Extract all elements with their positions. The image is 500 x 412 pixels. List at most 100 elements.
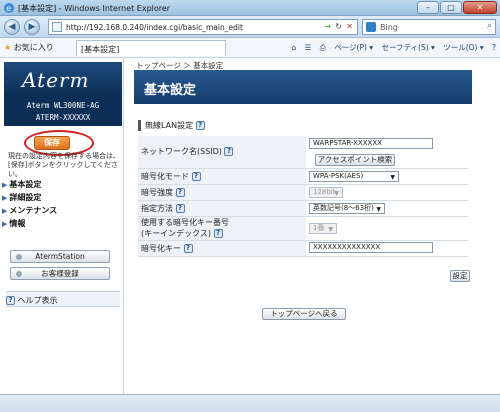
maximize-button[interactable]: □	[440, 1, 462, 14]
table-row: 暗号化モード ? WPA-PSK(AES) ▼	[138, 168, 468, 185]
window-title: [基本設定] - Windows Internet Explorer	[18, 4, 171, 13]
back-to-top-button[interactable]: トップページへ戻る	[262, 308, 346, 320]
key-index-value: 1番	[313, 223, 325, 232]
set-button[interactable]: 設定	[450, 270, 470, 282]
address-bar[interactable]: http://192.168.0.240/index.cgi/basic_mai…	[48, 19, 358, 35]
tools-menu[interactable]: ツール(O) ▾	[443, 43, 483, 52]
customer-register-button[interactable]: お客様登録	[10, 267, 110, 280]
key-method-select[interactable]: 英数記号(8〜63桁) ▼	[309, 202, 385, 214]
home-icon[interactable]: ⌂	[292, 43, 297, 52]
section-title-label: 無線LAN設定	[145, 121, 194, 130]
refresh-icon[interactable]: ↻	[335, 22, 342, 31]
encryption-strength-value: 128bit	[313, 187, 336, 196]
station-dot-icon	[16, 254, 22, 260]
minimize-button[interactable]: –	[417, 1, 439, 14]
encryption-key-field[interactable]: XXXXXXXXXXXXXX	[309, 241, 433, 253]
sidebar-menu: ▶ 基本設定 ▶ 詳細設定 ▶ メンテナンス ▶ 情報	[2, 179, 122, 231]
ssid-label: ネットワーク名(SSID)	[141, 147, 222, 157]
help-icon[interactable]: ?	[175, 203, 185, 213]
table-row: ネットワーク名(SSID) ? WARPSTAR-XXXXXX アクセスポイント…	[138, 136, 468, 169]
sidebar-item-label: 情報	[9, 219, 26, 228]
back-button[interactable]: ◀	[4, 19, 20, 35]
print-icon[interactable]: ⎙	[320, 43, 326, 52]
sidebar-item-label: 詳細設定	[9, 193, 42, 202]
aterm-station-button[interactable]: AtermStation	[10, 250, 110, 263]
search-icon[interactable]: ⌕	[487, 21, 492, 31]
encryption-strength-select: 128bit ▼	[309, 186, 343, 198]
key-method-value: 英数記号(8〜63桁)	[313, 203, 374, 212]
logo-text: Aterm	[22, 68, 90, 92]
key-index-select: 1番 ▼	[309, 222, 337, 234]
encryption-label: 暗号化モード	[141, 171, 189, 181]
register-dot-icon	[16, 271, 22, 277]
model-name: Aterm WL300NE-AG	[26, 101, 100, 110]
favorites-bar: ★ お気に入り [基本設定] ⌂ ☰ ⎙ ページ(P) ▾ セーフティ(S) ▾…	[0, 38, 500, 58]
help-icon[interactable]: ?	[213, 229, 223, 238]
safety-menu[interactable]: セーフティ(S) ▾	[381, 43, 434, 52]
ssid-value-cell: WARPSTAR-XXXXXX アクセスポイント検索	[306, 136, 468, 169]
encryption-mode-select[interactable]: WPA-PSK(AES) ▼	[309, 170, 399, 182]
sidebar-item-label: 基本設定	[9, 180, 42, 189]
table-row: 使用する暗号化キー番号 (キーインデックス) ? 1番 ▼	[138, 216, 468, 241]
help-icon[interactable]: ?	[175, 187, 185, 197]
help-label: ヘルプ表示	[17, 296, 58, 305]
key-label-cell: 暗号化キー ?	[138, 240, 306, 257]
forward-button[interactable]: ▶	[24, 19, 40, 35]
key-value-cell: XXXXXXXXXXXXXX	[306, 240, 468, 257]
table-row: 暗号化キー ? XXXXXXXXXXXXXX	[138, 240, 468, 257]
sidebar-item-info[interactable]: ▶ 情報	[2, 218, 122, 231]
model-info: Aterm WL300NE-AG ATERM-XXXXXX	[4, 98, 122, 126]
encryption-value-cell: WPA-PSK(AES) ▼	[306, 168, 468, 185]
page-icon	[52, 22, 62, 32]
back-icon: ◀	[8, 22, 16, 32]
address-url: http://192.168.0.240/index.cgi/basic_mai…	[66, 23, 243, 32]
tab-label: [基本設定]	[81, 45, 120, 54]
status-bar	[0, 394, 500, 412]
help-icon[interactable]: ?	[183, 243, 193, 253]
wireless-settings-table: ネットワーク名(SSID) ? WARPSTAR-XXXXXX アクセスポイント…	[138, 136, 468, 257]
window-titlebar: e [基本設定] - Windows Internet Explorer – □…	[0, 0, 500, 16]
ssid-field[interactable]: WARPSTAR-XXXXXX	[309, 137, 433, 149]
strength-label-cell: 暗号強度 ?	[138, 184, 306, 201]
encryption-label-cell: 暗号化モード ?	[138, 168, 306, 185]
page-menu[interactable]: ページ(P) ▾	[334, 43, 373, 52]
command-bar: ⌂ ☰ ⎙ ページ(P) ▾ セーフティ(S) ▾ ツール(O) ▾ ?	[286, 42, 496, 53]
chevron-down-icon: ▼	[376, 205, 381, 213]
svg-text:e: e	[6, 4, 11, 13]
help-icon[interactable]: ?	[191, 171, 201, 181]
method-label: 指定方法	[141, 203, 173, 213]
favorites-star-icon: ★	[4, 43, 12, 52]
favorites-label: お気に入り	[13, 43, 54, 52]
strength-value-cell: 128bit ▼	[306, 184, 468, 201]
sidebar-item-label: メンテナンス	[9, 206, 58, 215]
forward-icon: ▶	[28, 22, 36, 32]
customer-register-label: お客様登録	[41, 269, 79, 278]
tab-basic-settings[interactable]: [基本設定]	[76, 40, 226, 56]
help-icon[interactable]: ?	[224, 147, 234, 157]
favorites-button[interactable]: ★ お気に入り	[4, 42, 54, 53]
stop-icon[interactable]: ✕	[346, 22, 353, 31]
keyindex-label-cell: 使用する暗号化キー番号 (キーインデックス) ?	[138, 216, 306, 241]
ssid-label-cell: ネットワーク名(SSID) ?	[138, 136, 306, 169]
feeds-icon[interactable]: ☰	[305, 43, 312, 52]
menu-arrow-icon: ▶	[2, 207, 8, 215]
save-button[interactable]: 保存	[34, 136, 70, 150]
page-title: 基本設定	[144, 83, 197, 98]
help-menu[interactable]: ?	[492, 43, 496, 52]
method-label-cell: 指定方法 ?	[138, 200, 306, 217]
search-engine-label: Bing	[380, 23, 398, 32]
help-display-link[interactable]: ? ヘルプ表示	[6, 291, 120, 307]
search-box[interactable]: Bing ⌕	[362, 19, 496, 35]
help-icon[interactable]: ?	[195, 121, 205, 130]
page-content: Aterm Aterm WL300NE-AG ATERM-XXXXXX 保存 現…	[0, 58, 500, 394]
sidebar-item-advanced-settings[interactable]: ▶ 詳細設定	[2, 192, 122, 205]
access-point-search-button[interactable]: アクセスポイント検索	[315, 153, 395, 166]
sidebar-item-basic-settings[interactable]: ▶ 基本設定	[2, 179, 122, 192]
go-icon[interactable]: →	[324, 22, 331, 31]
internet-explorer-icon: e	[4, 3, 14, 13]
table-row: 指定方法 ? 英数記号(8〜63桁) ▼	[138, 200, 468, 217]
chevron-down-icon: ▼	[328, 225, 333, 233]
strength-label: 暗号強度	[141, 187, 173, 197]
close-window-button[interactable]: ✕	[463, 1, 497, 14]
sidebar-item-maintenance[interactable]: ▶ メンテナンス	[2, 205, 122, 218]
